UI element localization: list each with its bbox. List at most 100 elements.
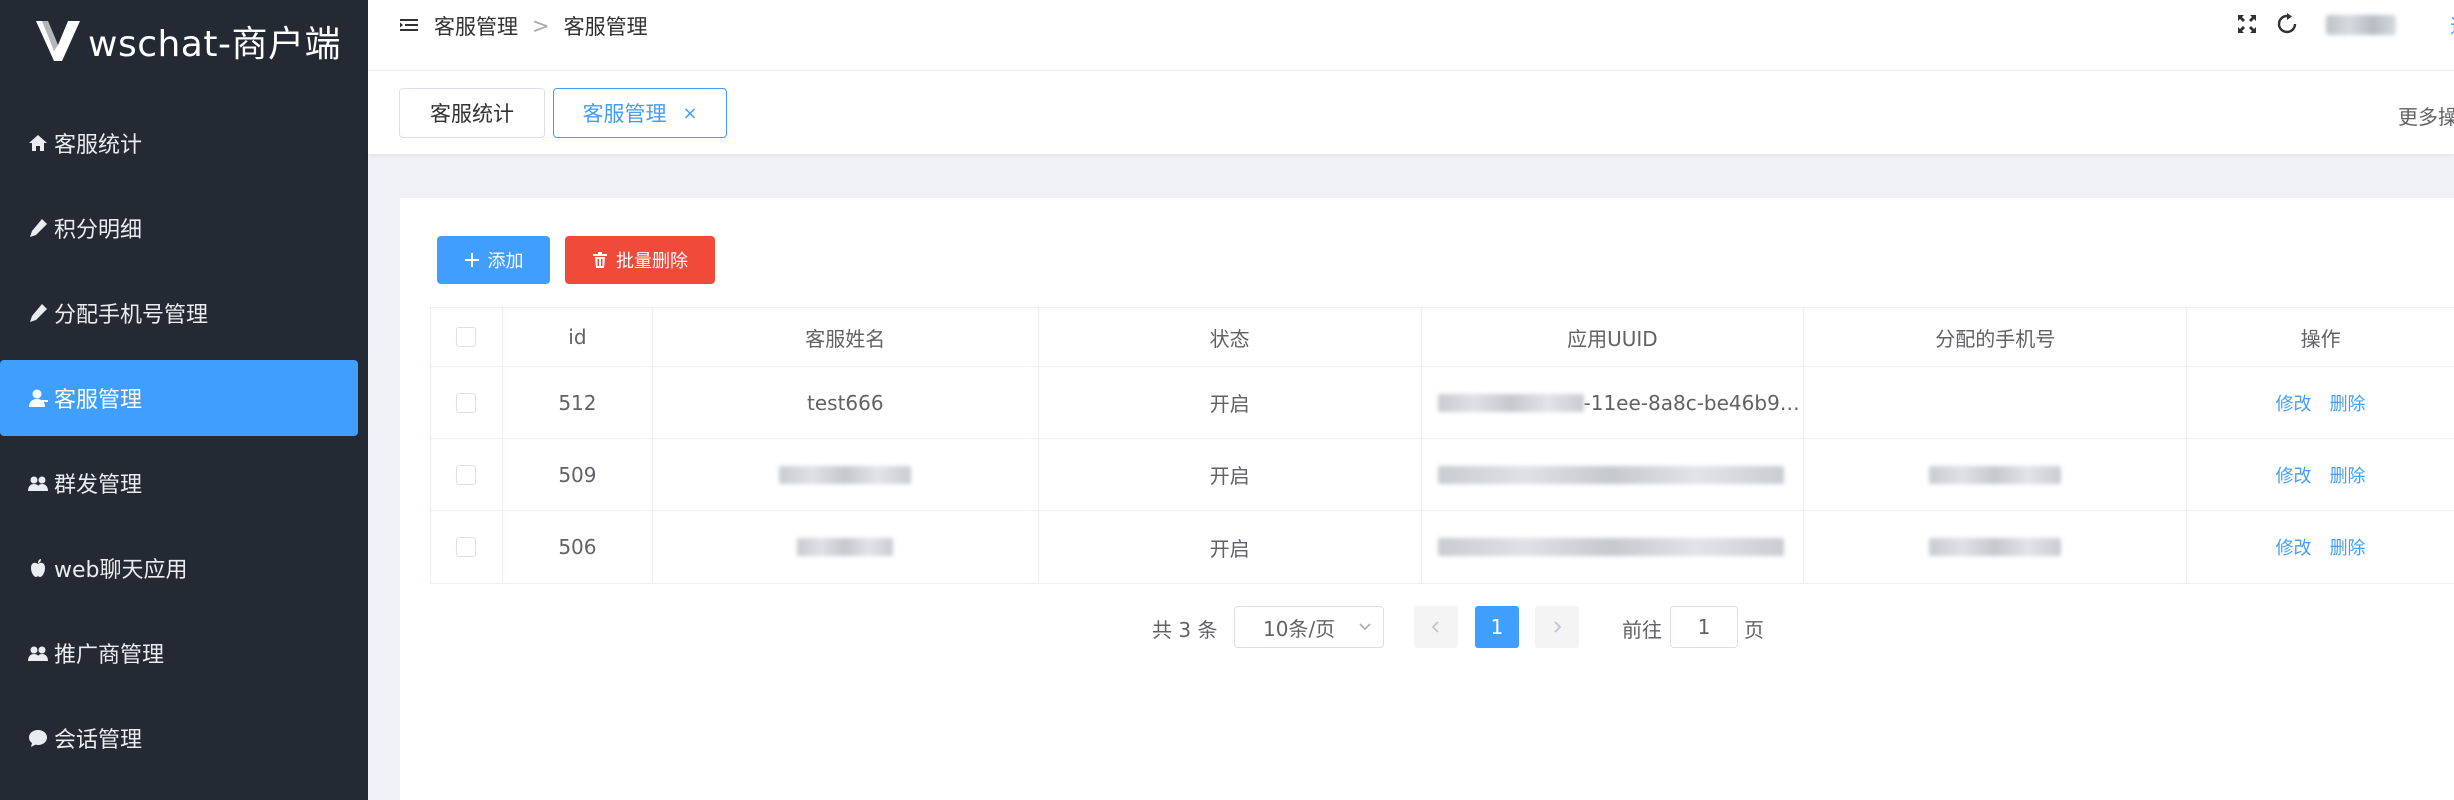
cell-name (653, 511, 1039, 583)
edit-link[interactable]: 修改 (2276, 534, 2312, 560)
edit-link[interactable]: 修改 (2276, 462, 2312, 488)
user-icon (26, 386, 50, 410)
column-header-phone: 分配的手机号 (1804, 308, 2188, 366)
pencil-icon (26, 216, 50, 240)
menu-toggle-icon[interactable] (400, 16, 418, 34)
tabs-bar: 客服统计 客服管理 × 更多操作 (368, 70, 2454, 154)
sidebar-item-label: 推广商管理 (54, 643, 165, 668)
cell-status: 开启 (1039, 367, 1422, 438)
column-header-actions: 操作 (2300, 326, 2341, 351)
sidebar: wschat-商户端 客服统计 积分明细 分配手机号管理 客服管理 群发管理 w… (0, 0, 368, 800)
sidebar-item-phone-assign[interactable]: 分配手机号管理 (0, 275, 358, 351)
sidebar-item-label: web聊天应用 (54, 558, 188, 583)
row-checkbox-cell (431, 367, 503, 438)
tab-label: 客服管理 (582, 102, 667, 126)
cell-status: 开启 (1039, 511, 1422, 583)
tab-kefu-manage[interactable]: 客服管理 × (553, 88, 727, 138)
sidebar-item-web-chat[interactable]: web聊天应用 (0, 530, 358, 606)
delete-link[interactable]: 删除 (2330, 390, 2366, 416)
sidebar-item-label: 客服统计 (54, 133, 143, 158)
row-checkbox[interactable] (456, 392, 477, 413)
fullscreen-icon[interactable] (2236, 13, 2258, 35)
page-suffix-label: 页 (1744, 618, 1764, 642)
select-all-checkbox[interactable] (456, 327, 477, 347)
users-icon (26, 641, 50, 665)
table-header-row: id 客服姓名 状态 应用UUID 分配的手机号 操作 (431, 308, 2454, 367)
app-logo: wschat-商户端 (34, 16, 341, 66)
chat-icon (26, 726, 50, 750)
goto-page-input[interactable]: 1 (1670, 606, 1738, 648)
logout-link[interactable]: 退 (2450, 10, 2454, 39)
v-logo-icon (36, 21, 80, 61)
cell-actions: 修改 删除 (2187, 439, 2454, 510)
row-checkbox[interactable] (456, 464, 477, 485)
tab-kefu-stats[interactable]: 客服统计 (399, 88, 545, 138)
header-checkbox-cell (431, 308, 503, 366)
sidebar-item-broadcast[interactable]: 群发管理 (0, 445, 358, 521)
row-checkbox[interactable] (456, 537, 477, 557)
tab-label: 客服统计 (430, 102, 514, 126)
apple-icon (26, 556, 50, 580)
add-button[interactable]: 添加 (437, 236, 550, 284)
cell-uuid: -11ee-8a8c-be46b9… (1422, 367, 1805, 438)
row-checkbox-cell (431, 439, 503, 510)
add-button-label: 添加 (487, 251, 524, 272)
cell-status: 开启 (1039, 439, 1422, 510)
redacted-text (1437, 393, 1584, 412)
sidebar-item-sessions[interactable]: 会话管理 (0, 700, 358, 776)
breadcrumb: 客服管理 > 客服管理 (434, 10, 648, 42)
main-card: 添加 批量删除 id 客服姓名 状态 应用UUID 分配的手机号 操作 512 … (400, 198, 2454, 800)
next-page-button[interactable] (1535, 606, 1579, 648)
delete-link[interactable]: 删除 (2330, 534, 2366, 560)
sidebar-item-label: 积分明细 (54, 218, 143, 243)
batch-delete-label: 批量删除 (616, 251, 688, 272)
page-size-value: 10条/页 (1263, 616, 1336, 641)
page-size-select[interactable]: 10条/页 (1234, 606, 1384, 648)
sidebar-item-label: 客服管理 (54, 388, 143, 413)
cell-actions: 修改 删除 (2187, 367, 2454, 438)
cell-id: 506 (503, 511, 653, 583)
sidebar-item-label: 分配手机号管理 (54, 303, 209, 328)
cell-phone (1804, 511, 2188, 583)
redacted-text (797, 538, 894, 556)
edit-link[interactable]: 修改 (2276, 390, 2312, 416)
sidebar-item-kefu-stats[interactable]: 客服统计 (0, 105, 358, 181)
column-header-id: id (503, 308, 653, 366)
redacted-text (1437, 465, 1784, 484)
top-header: 客服管理 > 客服管理 退 (368, 0, 2454, 70)
pagination-total: 共 3 条 (1152, 618, 1218, 642)
users-icon (26, 471, 50, 495)
chevron-right-icon (1554, 621, 1562, 633)
uuid-visible-text: -11ee-8a8c-be46b9… (1583, 390, 1800, 415)
redacted-text (1929, 538, 2062, 556)
home-icon (26, 131, 50, 155)
cell-id: 512 (503, 367, 653, 438)
breadcrumb-item[interactable]: 客服管理 (434, 11, 518, 41)
sidebar-item-kefu-manage[interactable]: 客服管理 (0, 360, 358, 436)
delete-link[interactable]: 删除 (2330, 462, 2366, 488)
user-name-redacted[interactable] (2326, 15, 2396, 35)
refresh-icon[interactable] (2276, 13, 2298, 35)
redacted-text (779, 465, 912, 484)
column-header-uuid: 应用UUID (1422, 308, 1805, 366)
close-icon[interactable]: × (682, 103, 697, 124)
app-title: wschat-商户端 (88, 24, 341, 65)
prev-page-button[interactable] (1414, 606, 1458, 648)
page-number-button[interactable]: 1 (1475, 606, 1519, 648)
row-checkbox-cell (431, 511, 503, 583)
trash-icon (593, 252, 607, 268)
table-row: 506 开启 修改 删除 (431, 511, 2454, 583)
batch-delete-button[interactable]: 批量删除 (565, 236, 715, 284)
more-operations-button[interactable]: 更多操作 (2398, 101, 2454, 130)
sidebar-item-promoters[interactable]: 推广商管理 (0, 615, 358, 691)
sidebar-item-points[interactable]: 积分明细 (0, 190, 358, 266)
redacted-text (1437, 538, 1784, 556)
redacted-text (1929, 465, 2062, 484)
breadcrumb-separator: > (532, 14, 550, 38)
column-header-status: 状态 (1039, 308, 1422, 366)
cell-phone (1804, 367, 2188, 438)
breadcrumb-item-current: 客服管理 (563, 15, 648, 39)
table-row: 509 开启 修改 删除 (431, 439, 2454, 511)
plus-icon (464, 253, 479, 267)
table-row: 512 test666 开启 -11ee-8a8c-be46b9… 修改 删除 (431, 367, 2454, 439)
